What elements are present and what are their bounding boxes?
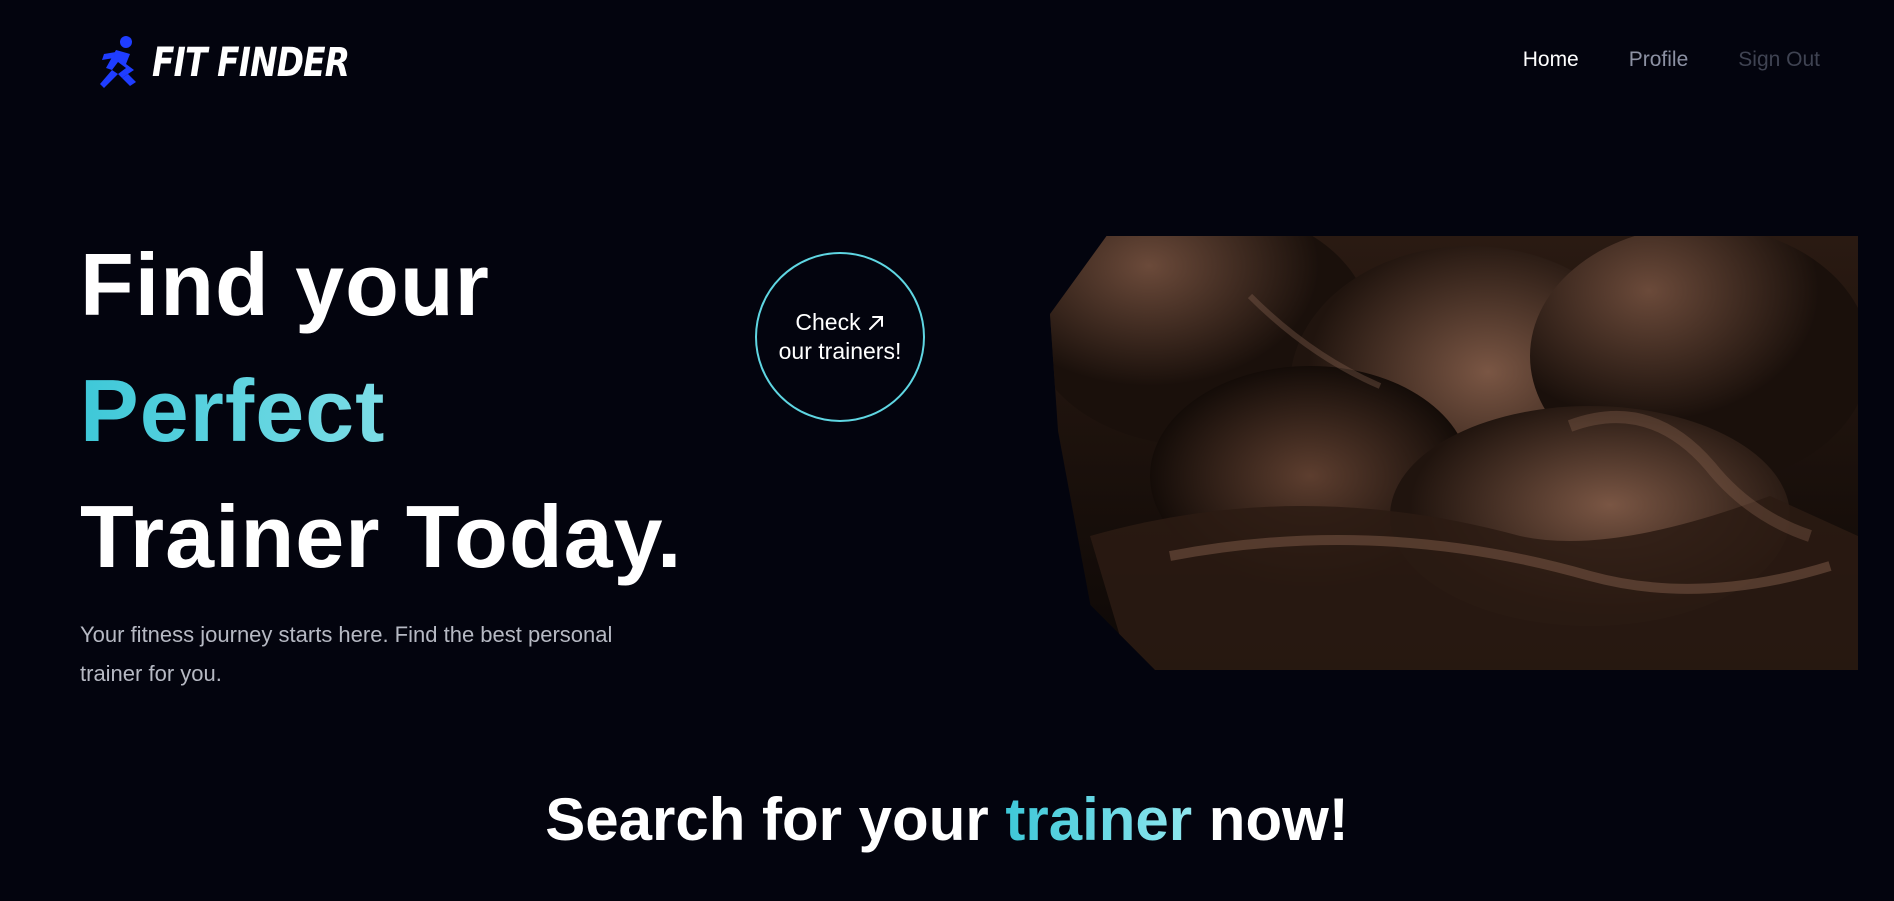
running-figure-icon — [100, 36, 136, 88]
hero-subtitle: Your fitness journey starts here. Find t… — [80, 622, 613, 686]
brand-logo[interactable]: FIT FINDER — [92, 34, 392, 92]
search-title-prefix: Search for your — [545, 786, 989, 853]
hero-image-illustration — [1050, 236, 1858, 670]
nav-profile-link[interactable]: Profile — [1629, 48, 1689, 72]
hero-title-accent: Perfect — [80, 348, 682, 474]
check-trainers-button[interactable]: Check our trainers! — [755, 252, 925, 422]
check-trainers-label-line-1: Check — [795, 308, 884, 337]
muscular-torso-image — [1050, 236, 1858, 670]
check-trainers-label-line-2: our trainers! — [778, 338, 902, 364]
hero-title: Find your Perfect Trainer Today. — [80, 222, 682, 600]
hero-title-line-3: Trainer Today. — [80, 487, 683, 586]
nav-sign-out-link[interactable]: Sign Out — [1738, 48, 1820, 72]
search-title-suffix: now! — [1208, 786, 1349, 853]
nav-home-link[interactable]: Home — [1523, 48, 1579, 72]
hero-title-line-1: Find your — [80, 235, 490, 334]
main-nav: Home Profile Sign Out — [1523, 48, 1820, 72]
arrow-up-right-icon — [868, 315, 883, 330]
search-section-title: Search for your trainer now! — [0, 784, 1894, 856]
search-title-accent: trainer — [1005, 786, 1193, 853]
brand-name: FIT FINDER — [152, 40, 350, 86]
check-label: Check — [795, 309, 861, 335]
